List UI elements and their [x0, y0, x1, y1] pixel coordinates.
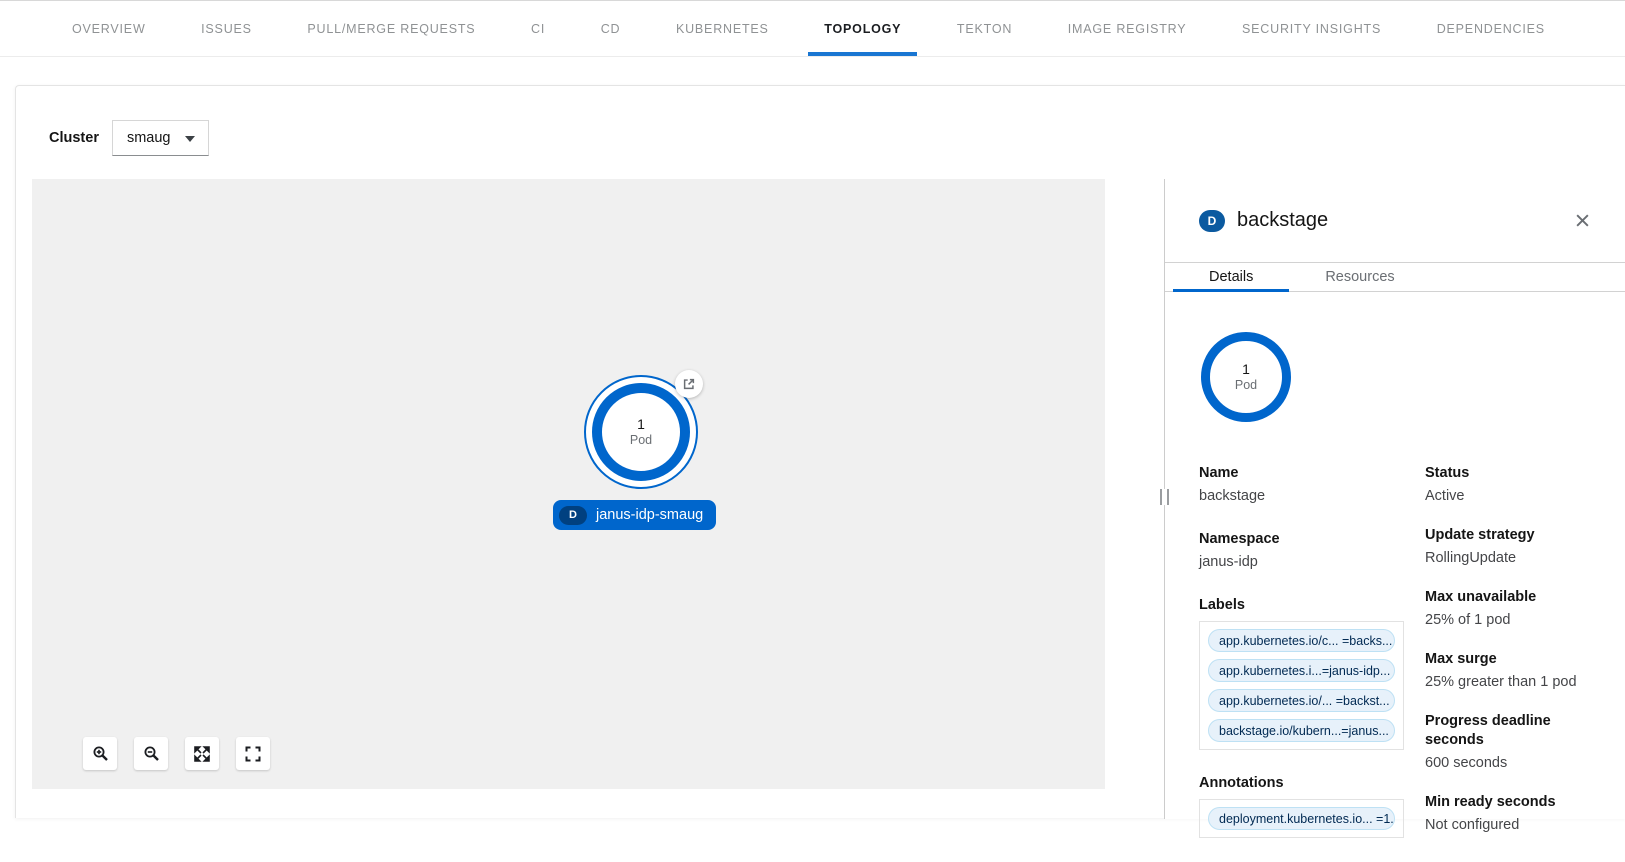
pod-count-label: Pod — [1235, 377, 1257, 393]
tab-label: Resources — [1325, 269, 1394, 285]
field-name-value: backstage — [1199, 487, 1425, 506]
label-chip[interactable]: app.kubernetes.i...=janus-idp... — [1208, 659, 1395, 682]
caret-down-icon — [185, 136, 195, 142]
tab-image-registry[interactable]: IMAGE REGISTRY — [1052, 1, 1203, 56]
tab-tekton[interactable]: TEKTON — [941, 1, 1028, 56]
tab-label: OVERVIEW — [72, 22, 146, 36]
entity-tab-bar: OVERVIEW ISSUES PULL/MERGE REQUESTS CI C… — [0, 0, 1625, 57]
panel-tabs: Details Resources — [1165, 263, 1625, 292]
field-name-label: Name — [1199, 464, 1425, 483]
field-namespace-label: Namespace — [1199, 530, 1425, 549]
tab-security-insights[interactable]: SECURITY INSIGHTS — [1226, 1, 1397, 56]
cluster-select[interactable]: smaug — [112, 120, 209, 156]
details-fields: Name backstage Namespace janus-idp Label… — [1199, 464, 1596, 862]
panel-details-body: 1 Pod Name backstage Namespace janus-idp… — [1165, 292, 1625, 862]
tab-cd[interactable]: CD — [585, 1, 637, 56]
tab-label: KUBERNETES — [676, 22, 769, 36]
field-namespace-value: janus-idp — [1199, 553, 1425, 572]
fullscreen-icon — [245, 746, 261, 762]
tab-topology[interactable]: TOPOLOGY — [808, 1, 917, 56]
external-link-icon — [682, 377, 696, 391]
tab-label: PULL/MERGE REQUESTS — [307, 22, 475, 36]
field-namespace: Namespace janus-idp — [1199, 530, 1425, 572]
tab-resources[interactable]: Resources — [1289, 263, 1430, 291]
tab-label: CD — [601, 22, 621, 36]
cluster-label: Cluster — [49, 130, 99, 146]
labels-group: app.kubernetes.io/c... =backs... app.kub… — [1199, 621, 1404, 750]
tab-pull-merge-requests[interactable]: PULL/MERGE REQUESTS — [291, 1, 491, 56]
fit-to-screen-button[interactable] — [185, 737, 219, 770]
tab-label: DEPENDENCIES — [1437, 22, 1545, 36]
deployment-node[interactable]: 1 Pod — [592, 383, 690, 481]
field-max-unavailable-value: 25% of 1 pod — [1425, 611, 1596, 630]
topology-card: Cluster smaug 1 Pod D janus-idp-smaug — [15, 85, 1625, 818]
tab-label: IMAGE REGISTRY — [1068, 22, 1187, 36]
node-label-text: janus-idp-smaug — [596, 507, 703, 523]
zoom-out-button[interactable] — [134, 737, 168, 770]
close-button[interactable] — [1572, 211, 1592, 231]
tab-overview[interactable]: OVERVIEW — [56, 1, 162, 56]
label-chip[interactable]: backstage.io/kubern...=janus... — [1208, 719, 1395, 742]
zoom-in-icon — [92, 745, 109, 762]
open-url-decorator[interactable] — [675, 370, 703, 398]
topology-canvas[interactable]: 1 Pod D janus-idp-smaug — [32, 179, 1105, 789]
zoom-out-icon — [143, 745, 160, 762]
tab-dependencies[interactable]: DEPENDENCIES — [1421, 1, 1561, 56]
field-status: Status Active — [1425, 464, 1596, 506]
field-status-label: Status — [1425, 464, 1596, 483]
panel-title: backstage — [1237, 209, 1328, 232]
field-min-ready-value: Not configured — [1425, 816, 1596, 835]
cluster-toolbar: Cluster smaug — [49, 120, 209, 156]
field-max-unavailable: Max unavailable 25% of 1 pod — [1425, 588, 1596, 630]
topology-side-panel: D backstage Details Resources 1 Pod — [1164, 179, 1625, 819]
pod-donut[interactable]: 1 Pod — [1201, 332, 1291, 422]
pod-count: 1 — [637, 416, 645, 432]
field-labels: Labels app.kubernetes.io/c... =backs... … — [1199, 596, 1425, 750]
field-min-ready-label: Min ready seconds — [1425, 793, 1596, 812]
field-progress-deadline-label: Progress deadline seconds — [1425, 712, 1596, 750]
topology-controls — [83, 737, 270, 770]
tab-ci[interactable]: CI — [515, 1, 561, 56]
zoom-in-button[interactable] — [83, 737, 117, 770]
field-max-surge-label: Max surge — [1425, 650, 1596, 669]
field-annotations: Annotations deployment.kubernetes.io... … — [1199, 774, 1425, 838]
tab-label: CI — [531, 22, 545, 36]
field-progress-deadline: Progress deadline seconds 600 seconds — [1425, 712, 1596, 773]
node-label[interactable]: D janus-idp-smaug — [553, 500, 716, 530]
field-name: Name backstage — [1199, 464, 1425, 506]
field-labels-label: Labels — [1199, 596, 1425, 615]
tab-label: ISSUES — [201, 22, 252, 36]
panel-header: D backstage — [1165, 179, 1625, 263]
field-update-strategy-value: RollingUpdate — [1425, 549, 1596, 568]
tab-label: Details — [1209, 269, 1253, 285]
field-update-strategy-label: Update strategy — [1425, 526, 1596, 545]
field-status-value: Active — [1425, 487, 1596, 506]
annotations-group: deployment.kubernetes.io... =1... — [1199, 799, 1404, 838]
deployment-badge: D — [559, 506, 587, 525]
reset-view-button[interactable] — [236, 737, 270, 770]
field-max-unavailable-label: Max unavailable — [1425, 588, 1596, 607]
label-chip[interactable]: app.kubernetes.io/... =backst... — [1208, 689, 1395, 712]
pod-count: 1 — [1242, 361, 1250, 377]
tab-label: TOPOLOGY — [824, 22, 901, 36]
tab-label: TEKTON — [957, 22, 1012, 36]
annotation-chip[interactable]: deployment.kubernetes.io... =1... — [1208, 807, 1395, 830]
field-max-surge-value: 25% greater than 1 pod — [1425, 673, 1596, 692]
field-update-strategy: Update strategy RollingUpdate — [1425, 526, 1596, 568]
tab-label: SECURITY INSIGHTS — [1242, 22, 1381, 36]
tab-issues[interactable]: ISSUES — [185, 1, 268, 56]
pod-count-label: Pod — [630, 432, 652, 448]
field-max-surge: Max surge 25% greater than 1 pod — [1425, 650, 1596, 692]
close-icon — [1575, 213, 1590, 228]
deployment-badge: D — [1199, 210, 1225, 232]
tab-details[interactable]: Details — [1173, 263, 1289, 291]
cluster-select-value: smaug — [127, 130, 171, 146]
field-annotations-label: Annotations — [1199, 774, 1425, 793]
tab-kubernetes[interactable]: KUBERNETES — [660, 1, 785, 56]
label-chip[interactable]: app.kubernetes.io/c... =backs... — [1208, 629, 1395, 652]
panel-resize-handle[interactable] — [1160, 489, 1169, 505]
expand-arrows-icon — [194, 746, 210, 762]
field-progress-deadline-value: 600 seconds — [1425, 754, 1596, 773]
field-min-ready: Min ready seconds Not configured — [1425, 793, 1596, 835]
